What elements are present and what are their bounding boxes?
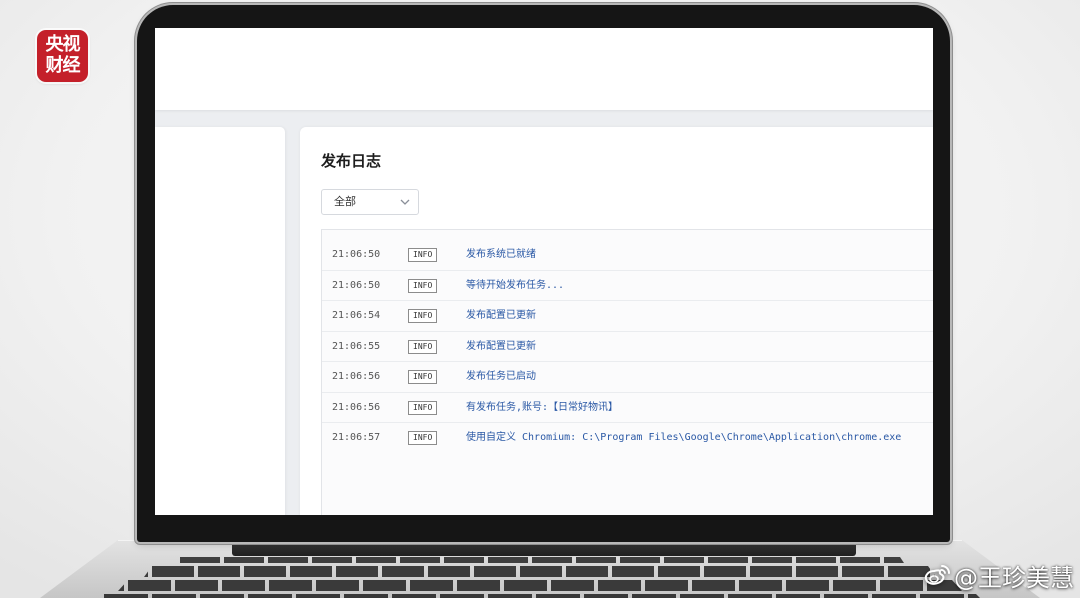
watermark-text: @王珍美慧 [954, 563, 1074, 592]
log-message: 发布任务已启动 [466, 371, 536, 382]
log-time: 21:06:57 [332, 432, 381, 443]
keyboard-row [176, 557, 904, 563]
keyboard-row [118, 580, 962, 591]
log-time: 21:06:56 [332, 401, 381, 413]
laptop-screen: 发布日志 全部 21:06:50 INFO 发布系统已就绪 21:06:50 I… [155, 28, 933, 515]
log-entry: 21:06:57 INFO 使用自定义 Chromium: C:\Program… [322, 423, 933, 454]
log-entry: 21:06:56 INFO 有发布任务,账号:【日常好物讯】 [322, 393, 933, 423]
log-time: 21:06:56 [332, 371, 381, 382]
log-filter-select[interactable]: 全部 [321, 189, 419, 215]
log-list: 21:06:50 INFO 发布系统已就绪 21:06:50 INFO 等待开始… [321, 229, 933, 515]
log-level-badge: INFO [408, 339, 438, 354]
channel-logo-line1: 央视 [45, 34, 81, 55]
laptop-lid: 发布日志 全部 21:06:50 INFO 发布系统已就绪 21:06:50 I… [137, 5, 950, 542]
log-message: 等待开始发布任务... [466, 279, 565, 291]
keyboard-row [100, 594, 980, 598]
keyboard-row [144, 566, 936, 577]
log-message: 有发布任务,账号:【日常好物讯】 [466, 401, 619, 413]
watermark: @王珍美慧 [923, 558, 1074, 592]
app-header [155, 28, 933, 110]
log-entry: 21:06:50 INFO 发布系统已就绪 [322, 240, 933, 271]
scene: 发布日志 全部 21:06:50 INFO 发布系统已就绪 21:06:50 I… [0, 0, 1080, 598]
log-entry: 21:06:56 INFO 发布任务已启动 [322, 362, 933, 393]
log-panel-title: 发布日志 [321, 152, 382, 170]
weibo-icon [924, 565, 950, 585]
log-time: 21:06:50 [332, 249, 381, 260]
chevron-down-icon[interactable] [400, 198, 410, 206]
channel-logo-line2: 财经 [45, 55, 81, 76]
log-time: 21:06:54 [332, 310, 381, 321]
log-entry: 21:06:55 INFO 发布配置已更新 [322, 332, 933, 362]
log-time: 21:06:55 [332, 340, 381, 352]
log-message: 发布配置已更新 [466, 310, 536, 321]
log-filter-selected-value: 全部 [334, 195, 356, 208]
log-message: 发布配置已更新 [466, 340, 536, 352]
channel-logo: 央视 财经 [37, 30, 88, 82]
log-level-badge: INFO [408, 248, 438, 262]
log-level-badge: INFO [408, 278, 438, 293]
side-panel [155, 127, 285, 515]
log-panel: 发布日志 全部 21:06:50 INFO 发布系统已就绪 21:06:50 I… [300, 127, 933, 515]
log-message: 发布系统已就绪 [466, 249, 536, 260]
log-entry: 21:06:50 INFO 等待开始发布任务... [322, 271, 933, 301]
log-level-badge: INFO [408, 431, 438, 445]
log-time: 21:06:50 [332, 279, 381, 291]
log-entry: 21:06:54 INFO 发布配置已更新 [322, 301, 933, 332]
log-level-badge: INFO [408, 400, 438, 415]
log-message: 使用自定义 Chromium: C:\Program Files\Google\… [466, 432, 902, 443]
log-level-badge: INFO [408, 370, 438, 384]
log-level-badge: INFO [408, 309, 438, 323]
